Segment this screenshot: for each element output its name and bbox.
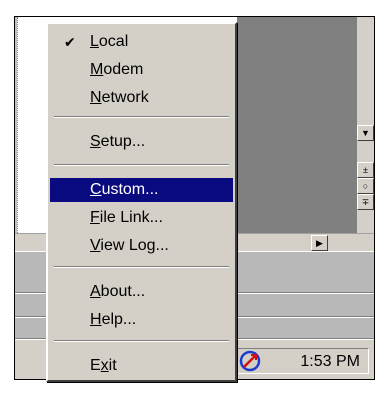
menu-item-label: etwork [101,89,149,106]
menu-item-label: odem [103,61,144,78]
screen: ▼ ± ○ ∓ ▶ 1:53 PM ✔ Local Modem Network Setu… [0,0,392,395]
menu-separator [54,340,229,342]
scroll-right-arrow-icon[interactable]: ▶ [311,235,328,251]
menu-item-local[interactable]: ✔ Local [50,30,233,54]
menu-item-help[interactable]: Help... [50,308,233,332]
scrollbar-corner [328,234,374,252]
menu-item-exit[interactable]: Exit [50,354,233,378]
menu-item-accelerator: A [90,283,101,300]
menu-item-label: bout... [100,283,146,300]
menu-item-accelerator: F [90,209,100,226]
checkmark-icon: ✔ [64,34,76,50]
menu-item-setup[interactable]: Setup... [50,130,233,154]
zoom-out-button[interactable]: ∓ [357,194,374,210]
menu-item-accelerator: C [90,181,102,198]
menu-item-network[interactable]: Network [50,86,233,110]
menu-item-label: ile Link... [99,209,163,226]
system-tray: 1:53 PM [237,348,369,374]
menu-item-accelerator: V [90,237,101,254]
vertical-scrollbar[interactable]: ▼ ± ○ ∓ [357,17,374,233]
menu-item-accelerator: S [90,133,101,150]
menu-item-label-prefix: E [90,357,101,374]
menu-separator [54,116,229,118]
menu-item-accelerator: L [90,33,99,50]
menu-item-custom[interactable]: Custom... [50,178,233,202]
dark-panel [237,17,357,233]
clock-time[interactable]: 1:53 PM [300,353,360,371]
menu-separator [54,266,229,268]
menu-item-modem[interactable]: Modem [50,58,233,82]
menu-item-label: etup... [100,133,146,150]
menu-item-label: ustom... [101,181,159,198]
menu-item-accelerator: N [90,89,102,106]
menu-item-label: iew Log... [100,237,169,254]
menu-separator [54,164,229,166]
menu-item-accelerator: H [90,311,102,328]
network-status-icon[interactable] [238,349,262,373]
menu-item-accelerator: x [100,357,109,374]
menu-item-view-log[interactable]: View Log... [50,234,233,258]
menu-item-about[interactable]: About... [50,280,233,304]
menu-item-file-link[interactable]: File Link... [50,206,233,230]
menu-item-accelerator: M [90,61,104,78]
scroll-down-arrow-icon[interactable]: ▼ [357,125,374,141]
menu-item-label: ocal [98,33,129,50]
context-menu: ✔ Local Modem Network Setup... Custom... File … [46,22,237,382]
menu-item-label: elp... [101,311,137,328]
zoom-in-button[interactable]: ± [357,162,374,178]
menu-item-label: it [108,357,117,374]
select-browse-object-button[interactable]: ○ [357,178,374,194]
